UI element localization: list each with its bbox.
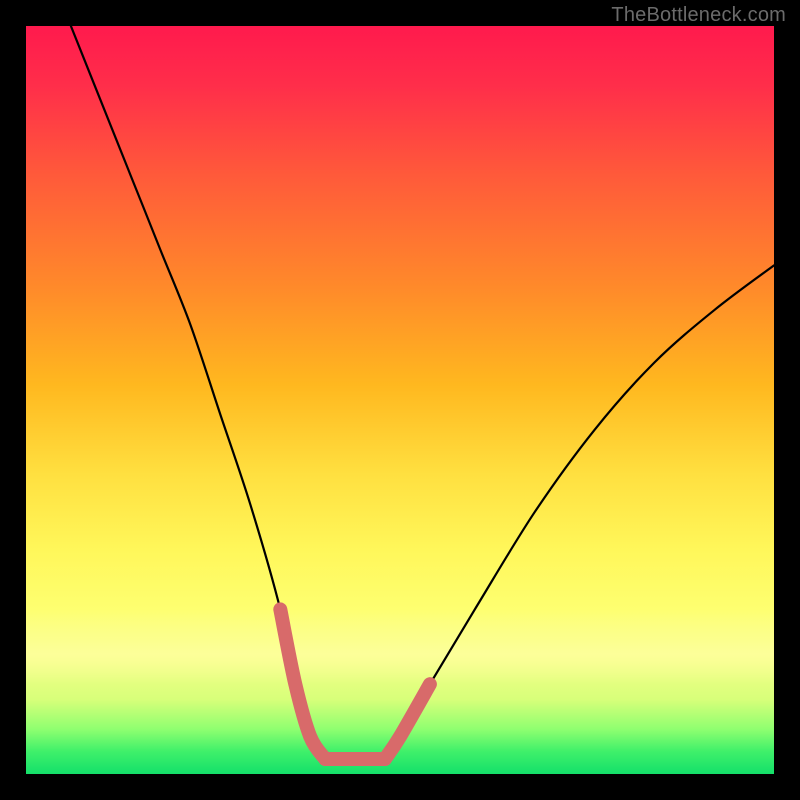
highlight-segments	[280, 609, 430, 759]
watermark-text: TheBottleneck.com	[611, 4, 786, 27]
plot-area	[26, 26, 774, 774]
highlight-right-ascent-near-min	[385, 684, 430, 759]
curve-path	[71, 26, 774, 761]
curve-layer	[26, 26, 774, 774]
chart-frame: TheBottleneck.com	[0, 0, 800, 800]
highlight-left-descent-near-min	[280, 609, 325, 759]
bottleneck-curve	[71, 26, 774, 761]
